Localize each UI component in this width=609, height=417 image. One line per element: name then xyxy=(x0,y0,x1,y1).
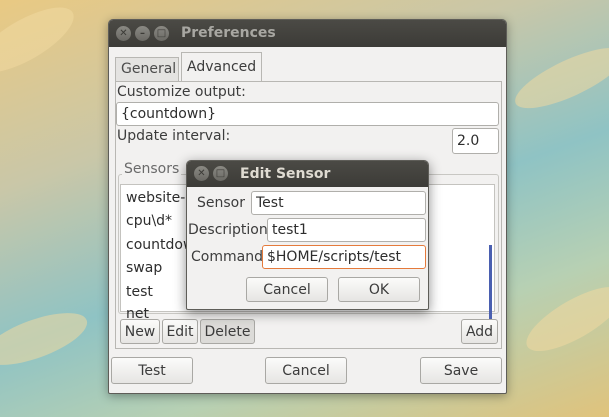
wallpaper-wheat xyxy=(508,36,609,120)
list-item[interactable]: test xyxy=(126,284,153,300)
sensors-label: Sensors xyxy=(122,161,182,177)
test-button[interactable]: Test xyxy=(111,357,193,384)
sensor-label: Sensor xyxy=(197,195,245,211)
edit-sensor-dialog: ✕ □ Edit Sensor Sensor Description Comma… xyxy=(186,160,429,310)
update-interval-field[interactable] xyxy=(452,128,499,154)
new-button[interactable]: New xyxy=(120,319,160,344)
tab-general[interactable]: General xyxy=(115,57,179,82)
wallpaper-wheat xyxy=(0,0,83,85)
close-icon[interactable]: ✕ xyxy=(116,26,131,41)
list-item[interactable]: countdow xyxy=(126,237,194,253)
cancel-button[interactable]: Cancel xyxy=(265,357,347,384)
update-interval-label: Update interval: xyxy=(117,128,231,144)
list-item[interactable]: cpu\d* xyxy=(126,213,172,229)
maximize-icon[interactable]: □ xyxy=(213,166,228,181)
tab-advanced[interactable]: Advanced xyxy=(181,52,262,83)
command-field[interactable] xyxy=(262,245,426,269)
command-label: Command xyxy=(191,249,263,265)
maximize-icon[interactable]: □ xyxy=(154,26,169,41)
list-item[interactable]: swap xyxy=(126,260,162,276)
ok-button[interactable]: OK xyxy=(338,277,420,302)
minimize-icon[interactable]: – xyxy=(135,26,150,41)
edit-button[interactable]: Edit xyxy=(162,319,198,344)
save-button[interactable]: Save xyxy=(420,357,502,384)
close-icon[interactable]: ✕ xyxy=(194,166,209,181)
dialog-title: Edit Sensor xyxy=(240,166,331,182)
delete-button[interactable]: Delete xyxy=(200,319,255,344)
wallpaper-wheat xyxy=(0,302,94,376)
dialog-cancel-button[interactable]: Cancel xyxy=(246,277,328,302)
description-field[interactable] xyxy=(267,218,426,242)
wallpaper-wheat xyxy=(517,275,609,363)
customize-output-field[interactable] xyxy=(116,102,499,126)
sensor-field[interactable] xyxy=(251,191,426,215)
dialog-titlebar[interactable]: ✕ □ Edit Sensor xyxy=(187,161,428,187)
add-button[interactable]: Add xyxy=(461,319,498,344)
scrollbar[interactable] xyxy=(489,245,492,328)
description-label: Description xyxy=(188,222,268,238)
list-item[interactable]: website-u xyxy=(126,190,194,206)
preferences-titlebar[interactable]: ✕ – □ Preferences xyxy=(109,20,506,47)
customize-output-label: Customize output: xyxy=(117,84,246,100)
window-title: Preferences xyxy=(181,25,276,41)
